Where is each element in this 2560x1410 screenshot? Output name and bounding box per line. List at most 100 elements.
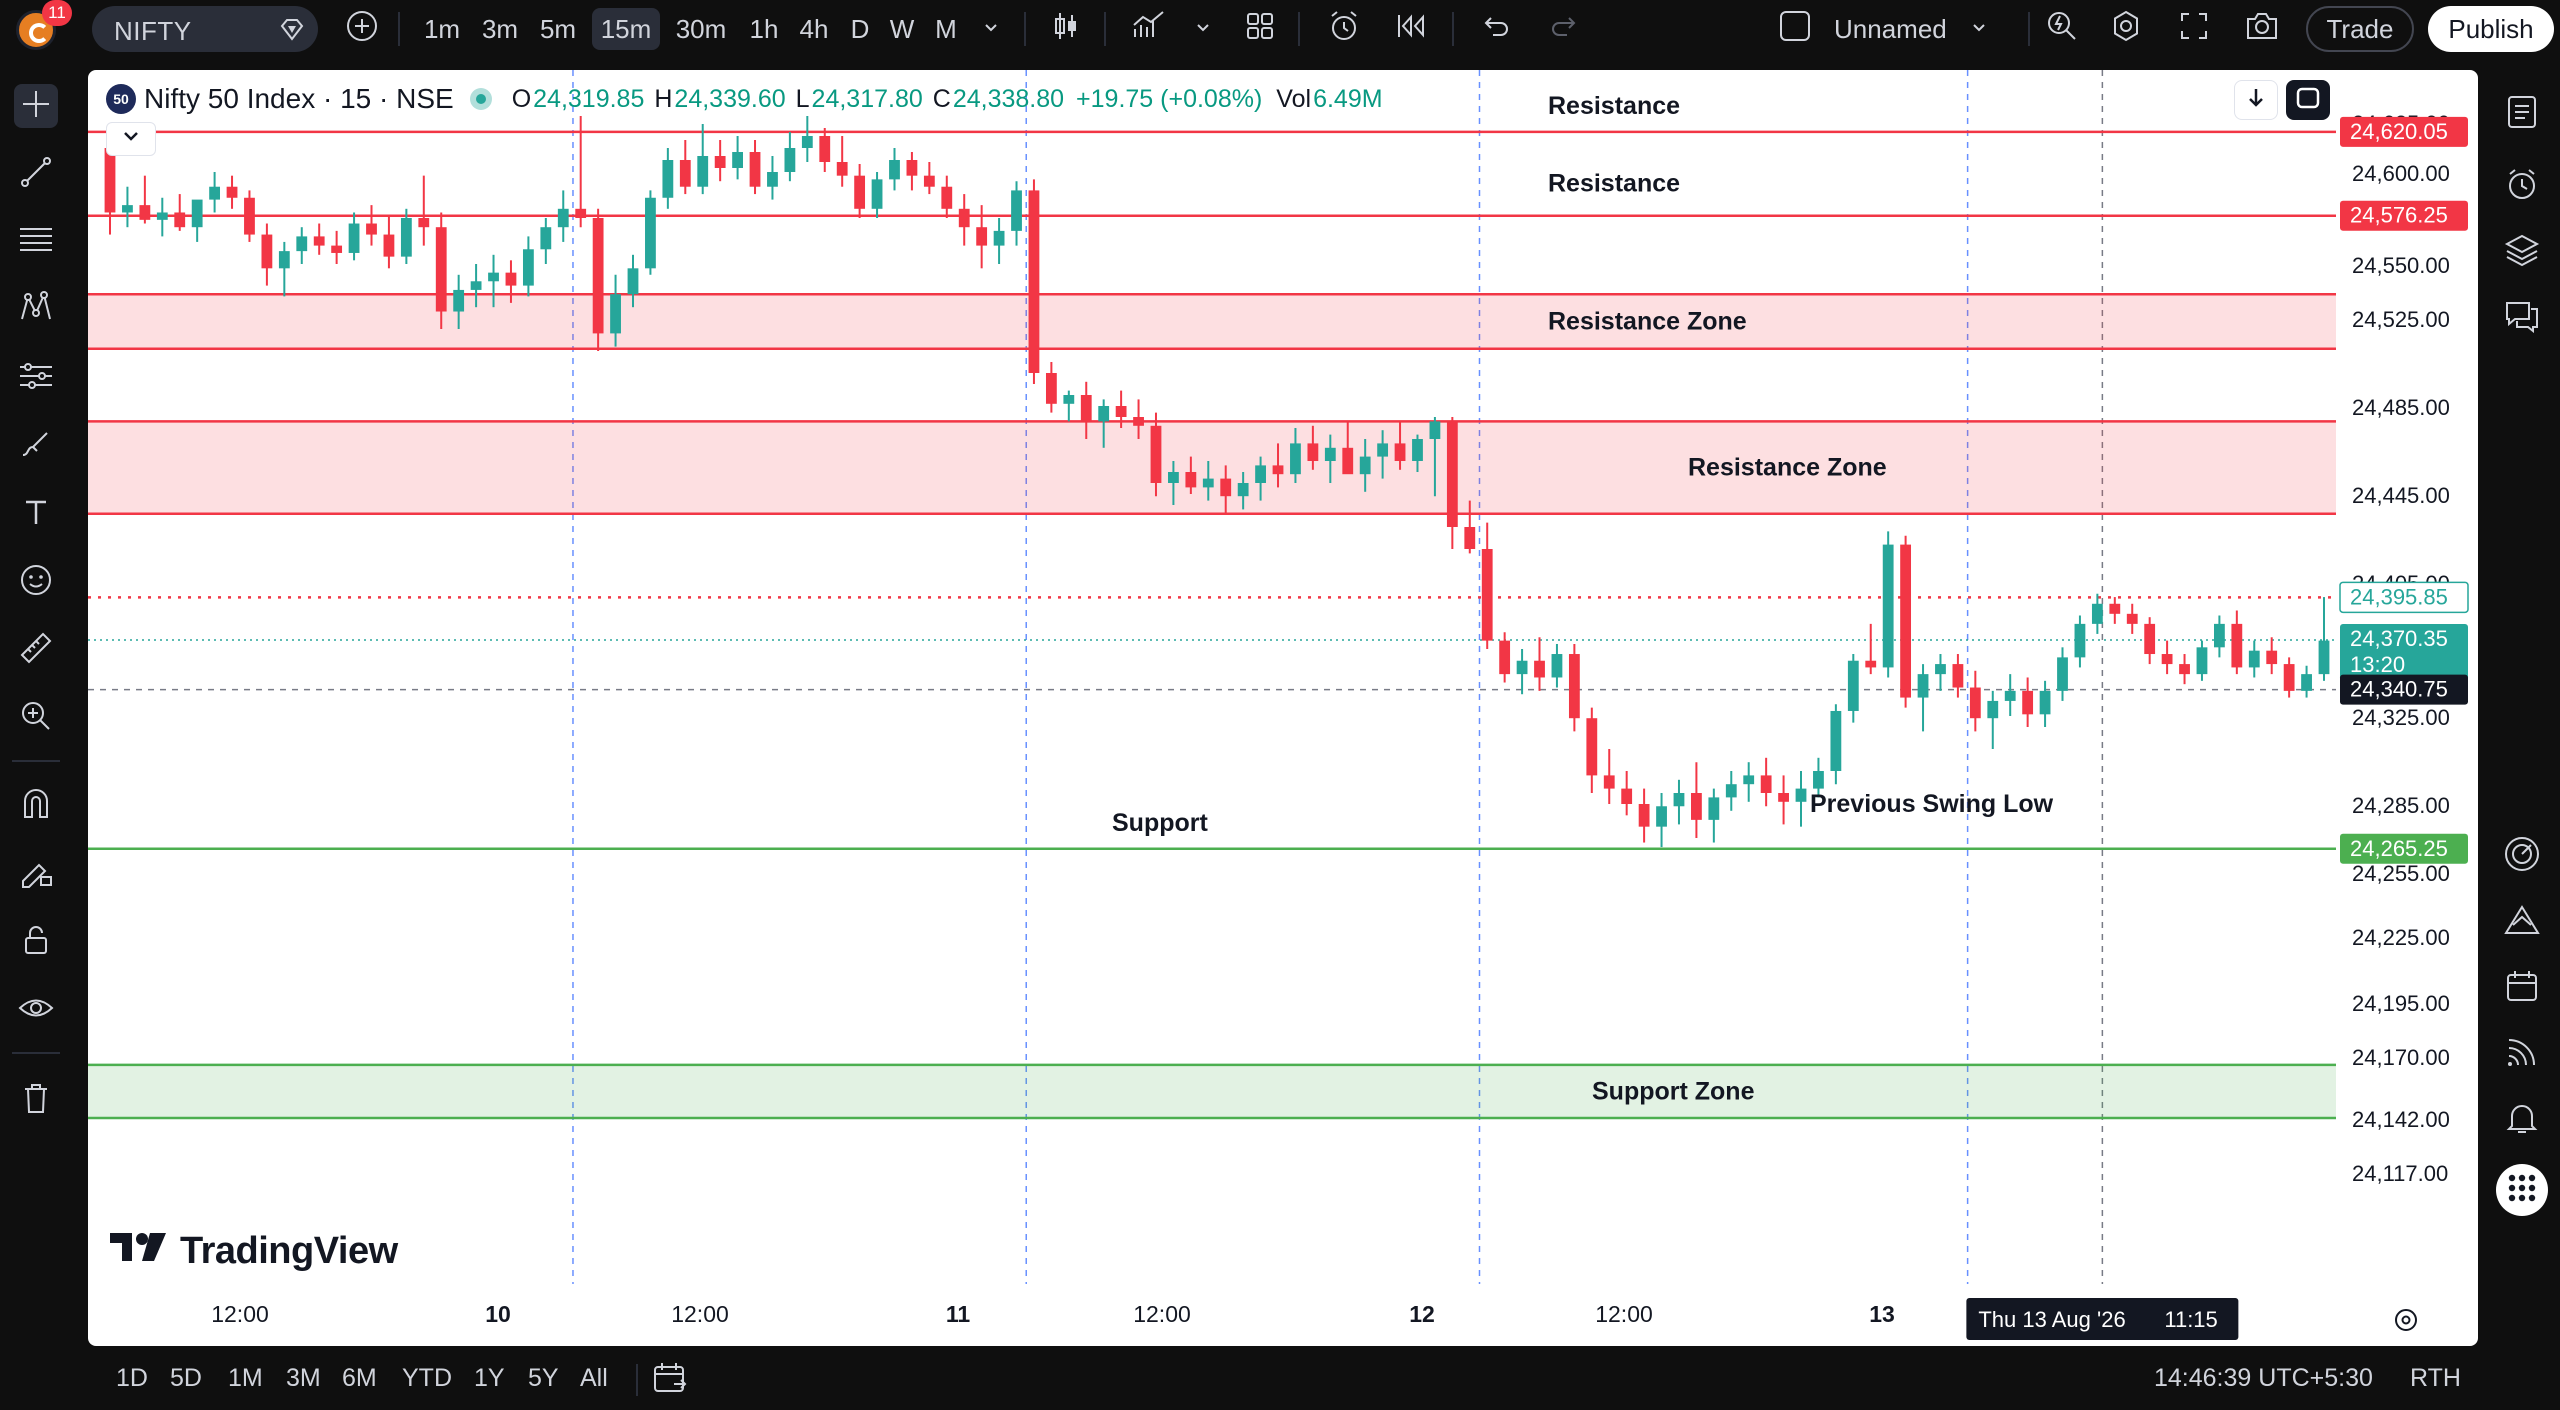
settings-button[interactable] — [2104, 8, 2148, 50]
chat-button[interactable] — [2500, 296, 2544, 340]
add-symbol-button[interactable] — [340, 8, 384, 50]
timeframe-menu-button[interactable] — [974, 8, 1008, 50]
text-tool[interactable] — [14, 492, 58, 536]
session-button[interactable]: RTH — [2410, 1364, 2461, 1393]
brush-icon — [19, 427, 53, 466]
brush-tool[interactable] — [14, 424, 58, 468]
candle-body — [1115, 406, 1127, 417]
trend-line-tool[interactable] — [14, 152, 58, 196]
range-3m[interactable]: 3M — [286, 1364, 321, 1393]
candle-body — [801, 136, 813, 148]
timeframe-d[interactable]: D — [846, 8, 874, 50]
layout-select[interactable]: Unnamed — [1778, 8, 2014, 50]
candle-body — [104, 148, 116, 213]
hide-drawings-tool[interactable] — [14, 988, 58, 1032]
range-1m[interactable]: 1M — [228, 1364, 263, 1393]
remove-drawings-tool[interactable] — [14, 1078, 58, 1122]
eye-icon — [18, 993, 54, 1028]
range-ytd[interactable]: YTD — [402, 1364, 452, 1393]
apps-button[interactable] — [2496, 1164, 2548, 1216]
candle-body — [1446, 421, 1458, 527]
go-to-date-button[interactable] — [652, 1360, 688, 1403]
replay-button[interactable] — [1390, 8, 1434, 50]
snapshot-button[interactable] — [2238, 8, 2286, 50]
range-6m[interactable]: 6M — [342, 1364, 377, 1393]
quick-search-button[interactable] — [2040, 8, 2084, 50]
timeframe-5m[interactable]: 5m — [536, 8, 580, 50]
maximize-pane-button[interactable] — [2286, 80, 2330, 120]
streams-button[interactable] — [2500, 1032, 2544, 1076]
range-all[interactable]: All — [580, 1364, 608, 1393]
legend-collapse-button[interactable] — [106, 122, 156, 156]
candle-body — [1987, 700, 1999, 719]
timeframe-m[interactable]: M — [930, 8, 962, 50]
price-tick-label: 24,485.00 — [2352, 395, 2450, 420]
candle-body — [540, 227, 552, 250]
publish-button[interactable]: Publish — [2428, 6, 2554, 52]
camera-icon — [2244, 10, 2280, 49]
candle-body — [610, 294, 621, 334]
trade-button[interactable]: Trade — [2306, 6, 2414, 52]
lock-drawing-tool[interactable] — [14, 852, 58, 896]
legend-open-value: 24,319.85 — [533, 84, 645, 113]
range-1d[interactable]: 1D — [116, 1364, 148, 1393]
emoji-tool[interactable] — [14, 560, 58, 604]
crosshair-tool[interactable] — [14, 84, 58, 128]
forecast-tool[interactable] — [14, 356, 58, 400]
redo-button[interactable] — [1542, 8, 1586, 50]
right-sidebar — [2484, 60, 2560, 1410]
measure-tool[interactable] — [14, 628, 58, 672]
watchlist-button[interactable] — [2500, 92, 2544, 136]
indicators-menu-button[interactable] — [1186, 8, 1220, 50]
undo-button[interactable] — [1474, 8, 1518, 50]
timeframe-15m[interactable]: 15m — [592, 8, 660, 50]
fib-tool[interactable] — [14, 220, 58, 264]
timeframe-1m[interactable]: 1m — [420, 8, 464, 50]
magnet-tool[interactable] — [14, 784, 58, 828]
fullscreen-button[interactable] — [2172, 8, 2216, 50]
pattern-tool[interactable] — [14, 288, 58, 332]
range-5d[interactable]: 5D — [170, 1364, 202, 1393]
range-5y[interactable]: 5Y — [528, 1364, 559, 1393]
lock-icon — [21, 923, 51, 962]
clock[interactable]: 14:46:39 UTC+5:30 — [2154, 1364, 2373, 1393]
scroll-to-latest-button[interactable] — [2234, 80, 2278, 120]
signals-button[interactable] — [2500, 900, 2544, 944]
alert-button[interactable] — [1320, 8, 1368, 50]
price-tick-label: 24,170.00 — [2352, 1045, 2450, 1070]
symbol-search-button[interactable]: NIFTY — [92, 6, 318, 52]
candle-body — [1342, 447, 1354, 475]
legend-title[interactable]: Nifty 50 Index · 15 · NSE — [144, 83, 454, 115]
timeframe-3m[interactable]: 3m — [478, 8, 522, 50]
candle-body — [1516, 660, 1528, 675]
time-tick-label: 12:00 — [1595, 1301, 1653, 1327]
level-label: Support Zone — [1592, 1077, 1755, 1105]
legend-close-value: 24,338.80 — [952, 84, 1065, 113]
range-1y[interactable]: 1Y — [474, 1364, 505, 1393]
chart-type-button[interactable] — [1044, 8, 1088, 50]
lock-all-tool[interactable] — [14, 920, 58, 964]
object-tree-button[interactable] — [2500, 230, 2544, 274]
timeframe-4h[interactable]: 4h — [794, 8, 834, 50]
candles-icon — [1049, 9, 1083, 50]
notification-badge: 11 — [42, 0, 72, 26]
indicators-button[interactable] — [1124, 8, 1174, 50]
chart-canvas[interactable]: Resistance Resistance Resistance Zone Resis… — [88, 70, 2478, 1346]
zoom-tool[interactable] — [14, 696, 58, 740]
candle-body — [505, 272, 517, 286]
chart-pane[interactable]: Resistance Resistance Resistance Zone Resis… — [88, 70, 2478, 1346]
level-label: Previous Swing Low — [1810, 790, 2054, 818]
timeframe-w[interactable]: W — [886, 8, 918, 50]
level-label: Resistance — [1548, 92, 1680, 120]
ideas-button[interactable] — [2500, 834, 2544, 878]
timeframe-30m[interactable]: 30m — [672, 8, 730, 50]
candle-body — [627, 268, 639, 295]
timeframe-1h[interactable]: 1h — [744, 8, 784, 50]
candle-body — [470, 281, 482, 290]
calendar-button[interactable] — [2500, 966, 2544, 1010]
layout-button[interactable] — [1238, 8, 1282, 50]
notifications-button[interactable] — [2500, 1098, 2544, 1142]
candle-body — [1673, 793, 1685, 807]
candle-body — [732, 152, 743, 168]
alerts-button[interactable] — [2500, 164, 2544, 208]
